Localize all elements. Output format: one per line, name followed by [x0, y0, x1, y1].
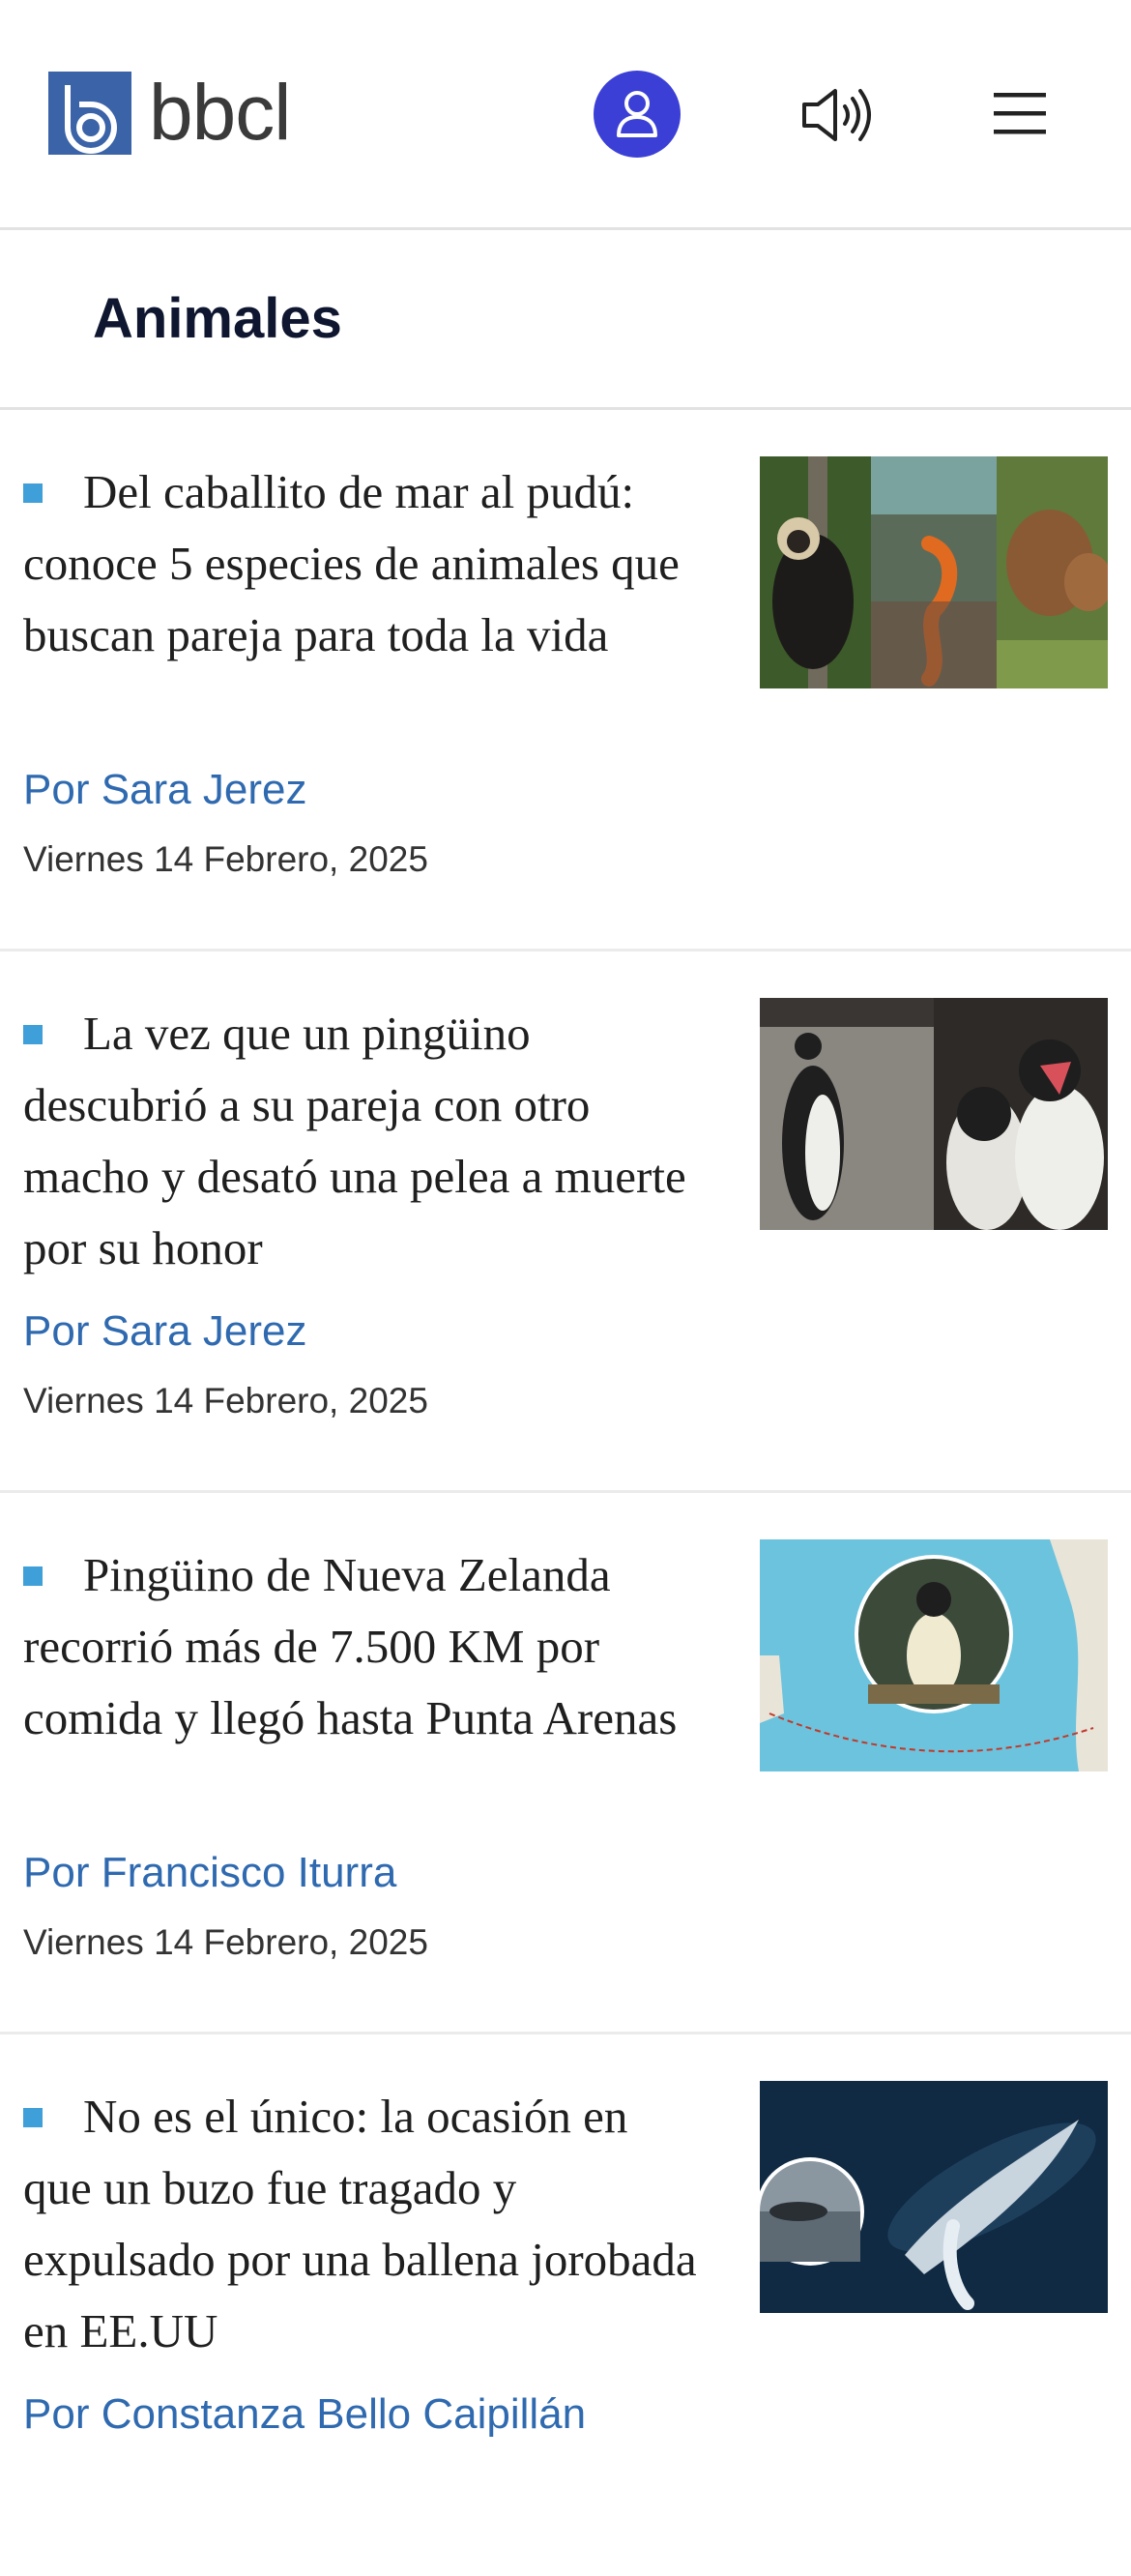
menu-button[interactable]	[990, 87, 1050, 141]
article-item[interactable]: La vez que un pingüino descubrió a su pa…	[0, 951, 1131, 1493]
section-title: Animales	[93, 287, 342, 350]
site-logo[interactable]: bbcl	[48, 69, 291, 157]
article-thumbnail[interactable]	[760, 2081, 1108, 2313]
logo-mark-icon	[48, 72, 131, 155]
article-headline[interactable]: Pingüino de Nueva Zelanda recorrió más d…	[23, 1539, 700, 1754]
article-headline[interactable]: Del caballito de mar al pudú: conoce 5 e…	[23, 456, 700, 671]
speaker-icon	[802, 89, 871, 141]
article-author[interactable]: Por Francisco Iturra	[23, 1849, 396, 1897]
article-thumbnail[interactable]	[760, 1539, 1108, 1771]
section-header: Animales	[0, 230, 1131, 410]
article-item[interactable]: Del caballito de mar al pudú: conoce 5 e…	[0, 410, 1131, 951]
article-item[interactable]: Pingüino de Nueva Zelanda recorrió más d…	[0, 1493, 1131, 2034]
hamburger-menu-icon	[994, 93, 1046, 134]
bullet-icon	[23, 483, 43, 503]
article-date: Viernes 14 Febrero, 2025	[23, 839, 428, 879]
article-date: Viernes 14 Febrero, 2025	[23, 1922, 428, 1962]
bullet-icon	[23, 1024, 43, 1044]
article-item[interactable]: No es el único: la ocasión en que un buz…	[0, 2034, 1131, 2576]
top-header: bbcl	[0, 0, 1131, 230]
article-headline[interactable]: La vez que un pingüino descubrió a su pa…	[23, 998, 700, 1284]
logo-text: bbcl	[149, 69, 291, 157]
article-headline[interactable]: No es el único: la ocasión en que un buz…	[23, 2081, 700, 2367]
user-icon	[617, 91, 657, 137]
article-date: Viernes 14 Febrero, 2025	[23, 1381, 428, 1420]
article-thumbnail[interactable]	[760, 998, 1108, 1230]
bullet-icon	[23, 2107, 43, 2127]
user-account-button[interactable]	[594, 71, 681, 158]
article-author[interactable]: Por Sara Jerez	[23, 1307, 306, 1356]
article-thumbnail[interactable]	[760, 456, 1108, 688]
bullet-icon	[23, 1566, 43, 1586]
article-author[interactable]: Por Constanza Bello Caipillán	[23, 2390, 586, 2439]
audio-button[interactable]	[798, 83, 876, 147]
article-author[interactable]: Por Sara Jerez	[23, 766, 306, 814]
